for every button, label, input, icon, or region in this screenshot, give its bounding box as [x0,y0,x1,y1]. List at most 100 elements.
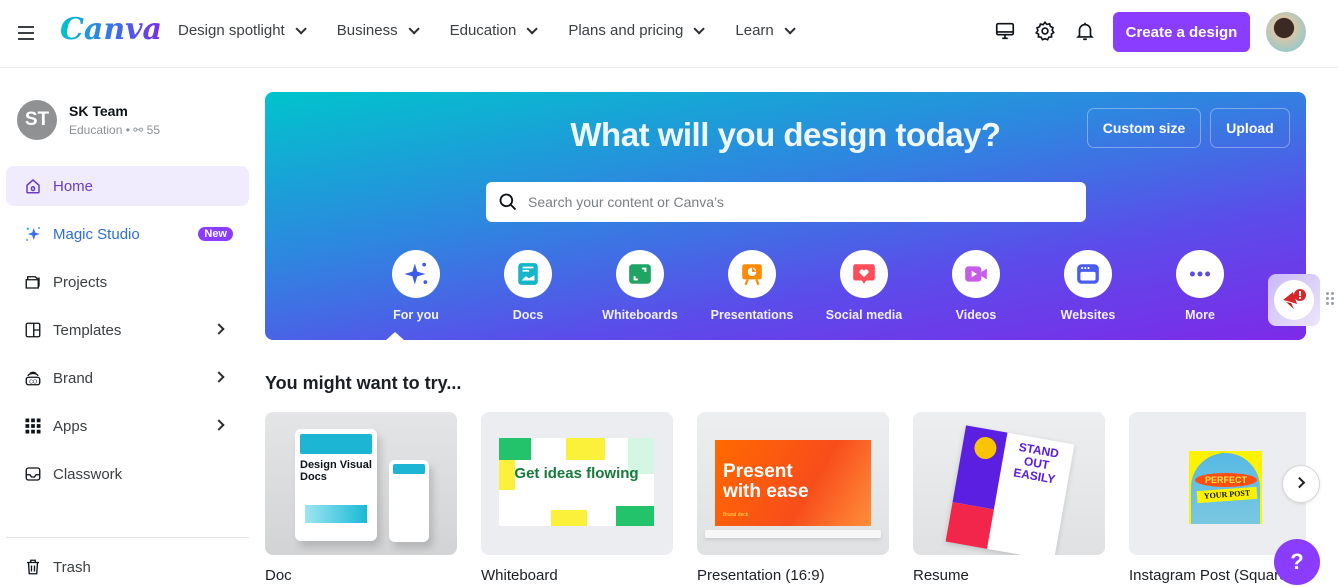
category-label: Websites [1060,308,1116,322]
suggestion-card-doc[interactable]: Design Visual Docs Doc [265,412,457,584]
drag-handle-icon[interactable] [1326,292,1336,308]
team-plan: Education • ⚯ 55 [69,123,161,137]
category-label: Whiteboards [602,308,678,322]
nav-design-spotlight[interactable]: Design spotlight [178,22,307,39]
member-count: 55 [146,123,161,137]
sidebar-item-classwork[interactable]: Classwork [6,454,249,494]
nav-learn[interactable]: Learn [735,22,796,39]
sidebar-item-magic-studio[interactable]: Magic Studio New [6,214,249,254]
nav-plans-pricing[interactable]: Plans and pricing [568,22,706,39]
card-label: Presentation (16:9) [697,567,825,584]
extension-widget[interactable] [1268,274,1320,326]
category-for-you[interactable]: For you [360,250,472,322]
sparkle-icon [24,225,42,243]
sidebar-item-label: Templates [53,321,122,339]
nav-business[interactable]: Business [336,22,420,39]
members-icon: ⚯ [133,123,144,137]
chevron-right-icon [213,371,225,383]
search-input[interactable] [528,194,1068,210]
section-title: You might want to try... [265,373,462,393]
selected-category-indicator [386,332,404,340]
card-label: Whiteboard [481,567,558,584]
video-icon [965,266,987,282]
chevron-down-icon [295,22,307,35]
category-shortcuts: For you Docs Whiteboards Presentations S… [360,250,1256,322]
trash-icon [24,558,42,576]
whiteboard-thumb-text: Get ideas flowing [514,465,639,482]
chevron-down-icon [784,22,796,35]
sidebar-item-label: Brand [53,369,94,387]
category-label: Social media [825,308,903,322]
gear-icon[interactable] [1034,20,1056,42]
nav-label: Design spotlight [178,22,285,39]
resume-thumbnail: STAND OUT EASILY [913,412,1105,555]
create-design-button[interactable]: Create a design [1113,12,1250,52]
sidebar-item-trash[interactable]: Trash [6,547,249,587]
chevron-down-icon [408,22,420,35]
suggestion-card-presentation[interactable]: Present with ease Brand deck Presentatio… [697,412,889,584]
desktop-icon[interactable] [994,20,1016,42]
nav-label: Business [336,22,398,39]
team-name: SK Team [69,103,128,119]
chevron-right-icon [213,323,225,335]
team-switcher[interactable]: ST SK Team Education • ⚯ 55 [17,100,160,140]
sidebar-item-label: Home [53,177,94,195]
inbox-icon [24,465,42,483]
card-label: Resume [913,567,969,584]
sidebar-item-projects[interactable]: Projects [6,262,249,302]
header-icons [994,20,1096,42]
nav-education[interactable]: Education [449,22,539,39]
help-button[interactable]: ? [1274,539,1320,585]
category-websites[interactable]: Websites [1032,250,1144,322]
suggestion-card-whiteboard[interactable]: Get ideas flowing Whiteboard [481,412,673,584]
category-label: More [1185,308,1215,322]
sidebar-item-label: Apps [53,417,88,435]
presentation-thumb-sub: Brand deck [723,512,749,518]
svg-text:CO: CO [29,379,37,385]
category-more[interactable]: More [1144,250,1256,322]
chevron-down-icon [693,22,706,35]
instagram-thumb-text: PERFECT [1195,473,1257,487]
search-bar[interactable] [486,182,1086,222]
category-social-media[interactable]: Social media [808,250,920,322]
custom-size-button[interactable]: Custom size [1087,108,1201,148]
sidebar-item-label: Magic Studio [53,225,140,243]
extension-alert-icon [1283,289,1306,309]
templates-icon [24,321,42,339]
presentation-thumbnail: Present with ease Brand deck [697,412,889,555]
team-plan-label: Education [69,123,123,137]
chevron-right-icon [213,419,225,431]
docs-icon [518,263,538,285]
category-label: Presentations [710,308,794,322]
category-videos[interactable]: Videos [920,250,1032,322]
canva-logo[interactable]: Canva [60,12,162,47]
bell-icon[interactable] [1074,20,1096,42]
whiteboard-icon [629,264,651,284]
carousel-next-button[interactable] [1282,465,1320,503]
category-presentations[interactable]: Presentations [696,250,808,322]
nav-label: Education [449,22,517,39]
sidebar-item-home[interactable]: Home [6,166,249,206]
top-navigation-bar: Canva Design spotlight Business Educatio… [0,0,1338,68]
presentation-thumb-text: Present with ease [723,461,809,502]
category-whiteboards[interactable]: Whiteboards [584,250,696,322]
chevron-right-icon [1293,476,1306,489]
nav-label: Plans and pricing [568,22,684,39]
suggestion-card-resume[interactable]: STAND OUT EASILY Resume [913,412,1105,584]
sidebar-item-label: Trash [53,558,91,576]
sparkle-icon [404,262,428,285]
suggestion-carousel: Design Visual Docs Doc Get ideas flowing… [265,412,1306,587]
user-avatar[interactable] [1266,12,1306,52]
category-label: For you [393,308,439,322]
sidebar-item-brand[interactable]: CO Brand [6,358,249,398]
team-avatar: ST [17,100,57,140]
chevron-down-icon [526,22,539,35]
category-docs[interactable]: Docs [472,250,584,322]
sidebar-item-templates[interactable]: Templates [6,310,249,350]
sidebar-divider [6,537,249,538]
sidebar-item-apps[interactable]: Apps [6,406,249,446]
menu-icon[interactable] [16,22,36,46]
home-icon [24,177,42,195]
upload-button[interactable]: Upload [1210,108,1290,148]
sidebar-item-label: Classwork [53,465,123,483]
